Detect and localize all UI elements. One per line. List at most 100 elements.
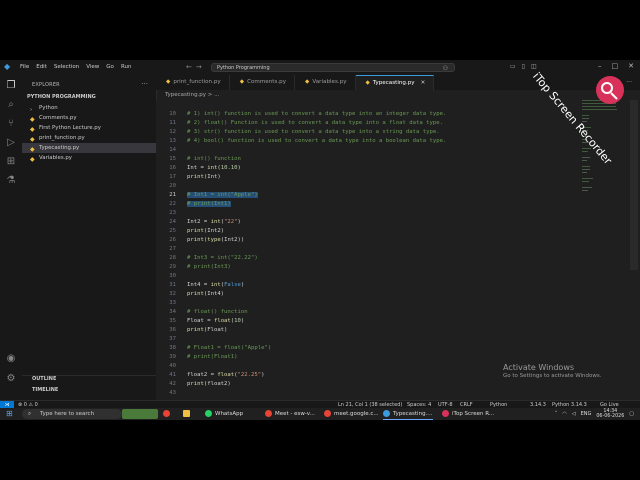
- testing-icon[interactable]: ⚗: [5, 175, 17, 187]
- code-line[interactable]: 29 # print(Int3): [156, 263, 586, 272]
- code-line[interactable]: 34 # float() function: [156, 308, 586, 317]
- copilot-icon[interactable]: ⚇: [443, 64, 448, 73]
- line-number: 38: [169, 345, 176, 351]
- clock[interactable]: 14:34 06-06-2026: [596, 409, 624, 420]
- layout-split-icon[interactable]: ◫: [531, 63, 537, 70]
- search-text: Python Programming: [217, 65, 270, 71]
- line-number: 39: [169, 354, 176, 360]
- tab-print-function[interactable]: ◆ print_function.py: [156, 75, 230, 90]
- code-line[interactable]: 30: [156, 272, 586, 281]
- code-line[interactable]: 17 print(Int): [156, 173, 586, 182]
- nav-arrows-icon[interactable]: ←→: [186, 63, 206, 71]
- search-icon[interactable]: ⌕: [5, 99, 17, 111]
- layout-sidebar-icon[interactable]: ▯: [522, 63, 525, 70]
- account-icon[interactable]: ◉: [5, 353, 17, 365]
- minimize-icon[interactable]: –: [598, 62, 602, 70]
- python-file-icon: ◆: [30, 135, 35, 143]
- code-line[interactable]: 23: [156, 209, 586, 218]
- tab-comments[interactable]: ◆ Comments.py: [230, 75, 296, 90]
- code-line[interactable]: 42 print(float2): [156, 380, 586, 389]
- editor-scrollbar[interactable]: [630, 100, 638, 270]
- code-line[interactable]: 37: [156, 335, 586, 344]
- python-file-icon: ◆: [305, 79, 310, 85]
- code-line[interactable]: 35 Float = float(10): [156, 317, 586, 326]
- breadcrumb[interactable]: Typecasting.py > ...: [165, 92, 219, 98]
- line-number: 24: [169, 219, 176, 225]
- command-center-search[interactable]: Python Programming ⚇: [211, 63, 455, 72]
- line-number: 35: [169, 318, 176, 324]
- tree-file-comments[interactable]: ◆ Comments.py: [22, 113, 156, 123]
- vscode-logo-icon: ◆: [4, 62, 11, 71]
- volume-icon[interactable]: ◁: [572, 411, 576, 417]
- menu-file[interactable]: File: [20, 64, 29, 70]
- workspace-folder[interactable]: PYTHON PROGRAMMING: [27, 94, 96, 100]
- tree-file-print-function[interactable]: ◆ print_function.py: [22, 133, 156, 143]
- code-line[interactable]: 43: [156, 389, 586, 398]
- minimap-line: [582, 109, 617, 110]
- tree-file-variables[interactable]: ◆ Variables.py: [22, 153, 156, 163]
- tree-file-typecasting[interactable]: ◆ Typecasting.py: [22, 143, 156, 153]
- code-line[interactable]: 25 print(Int2): [156, 227, 586, 236]
- code-line[interactable]: 39 # print(Float1): [156, 353, 586, 362]
- code-line[interactable]: 21 # Int1 = int("Apple"): [156, 191, 586, 200]
- chevron-up-icon[interactable]: ˄: [555, 411, 558, 417]
- notification-icon[interactable]: ▢: [629, 411, 634, 417]
- menu-selection[interactable]: Selection: [54, 64, 79, 70]
- taskbar-app-vscode[interactable]: Typecasting....: [383, 409, 433, 420]
- outline-section[interactable]: OUTLINE: [32, 376, 56, 382]
- windows-start-icon[interactable]: ⊞: [6, 410, 13, 418]
- code-line[interactable]: 32 print(Int4): [156, 290, 586, 299]
- file-tree: › Python ◆ Comments.py ◆ First Python Lectu…: [22, 103, 156, 163]
- network-icon[interactable]: ◠: [562, 411, 566, 417]
- code-line[interactable]: 27: [156, 245, 586, 254]
- line-number: 23: [169, 210, 176, 216]
- file-explorer-icon[interactable]: [183, 409, 193, 419]
- settings-gear-icon[interactable]: ⚙: [5, 373, 17, 385]
- tab-typecasting[interactable]: ◆ Typecasting.py ✕: [355, 75, 435, 91]
- code-line[interactable]: 31 Int4 = int(False): [156, 281, 586, 290]
- tree-file-first-python-lecture[interactable]: ◆ First Python Lecture.py: [22, 123, 156, 133]
- tab-variables[interactable]: ◆ Variables.py: [295, 75, 356, 90]
- code-line[interactable]: 22 # print(Int1): [156, 200, 586, 209]
- taskbar-app-meet-google[interactable]: meet.google.c...: [324, 409, 379, 419]
- taskbar-app-meet[interactable]: Meet - esw-v...: [265, 409, 315, 419]
- more-actions-icon[interactable]: ···: [626, 79, 632, 86]
- menu-go[interactable]: Go: [106, 64, 114, 70]
- source-control-icon[interactable]: ⑂: [5, 118, 17, 130]
- chrome-icon[interactable]: [163, 409, 173, 419]
- taskbar-app-whatsapp[interactable]: WhatsApp: [205, 409, 243, 419]
- more-actions-icon[interactable]: ···: [141, 80, 148, 88]
- run-debug-icon[interactable]: ▷: [5, 137, 17, 149]
- taskbar-app-itop[interactable]: iTop Screen R...: [442, 409, 494, 419]
- code-line[interactable]: 28 # Int3 = int("22.22"): [156, 254, 586, 263]
- language-indicator[interactable]: ENG: [581, 411, 592, 417]
- layout-controls: ▭ ▯ ◫: [510, 63, 537, 70]
- timeline-section[interactable]: TIMELINE: [32, 387, 58, 393]
- extensions-icon[interactable]: ⊞: [5, 156, 17, 168]
- code-line[interactable]: 38 # Float1 = float("Apple"): [156, 344, 586, 353]
- tree-folder-python[interactable]: › Python: [22, 103, 156, 113]
- menu-view[interactable]: View: [86, 64, 99, 70]
- python-file-icon: ◆: [30, 115, 35, 123]
- maximize-icon[interactable]: □: [612, 62, 619, 70]
- code-line[interactable]: 33: [156, 299, 586, 308]
- taskbar-widget-image[interactable]: [122, 409, 158, 419]
- code-line[interactable]: 20: [156, 182, 586, 191]
- menu-run[interactable]: Run: [121, 64, 132, 70]
- menu-edit[interactable]: Edit: [36, 64, 47, 70]
- explorer-title: EXPLORER: [32, 82, 60, 88]
- code-line[interactable]: 24 Int2 = int("22"): [156, 218, 586, 227]
- activate-title: Activate Windows: [503, 363, 575, 372]
- close-tab-icon[interactable]: ✕: [421, 80, 426, 86]
- file-label: Typecasting.py: [39, 145, 80, 151]
- search-icon: ⌕: [28, 411, 32, 417]
- code-line[interactable]: 26 print(type(Int2)): [156, 236, 586, 245]
- code-text: # print(Int1): [187, 201, 231, 207]
- layout-panel-icon[interactable]: ▭: [510, 63, 516, 70]
- code-line[interactable]: 36 print(Float): [156, 326, 586, 335]
- python-file-icon: ◆: [365, 80, 370, 86]
- explorer-icon[interactable]: ❐: [5, 80, 17, 92]
- taskbar-search[interactable]: ⌕ Type here to search: [22, 409, 122, 419]
- windows-taskbar: ⊞ ⌕ Type here to search WhatsApp Meet - …: [0, 408, 640, 420]
- close-icon[interactable]: ✕: [628, 62, 634, 70]
